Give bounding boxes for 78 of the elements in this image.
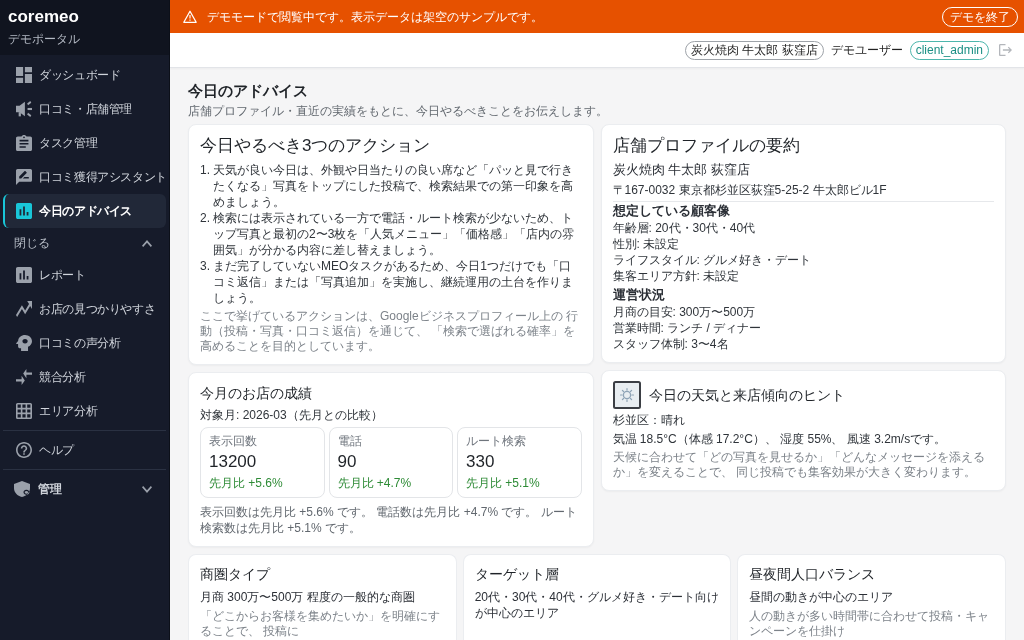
list-number: 3. [200,258,211,275]
insight-description: 「どこからお客様を集めたいか」を明確にすることで、 投稿に [200,609,441,639]
address-text: 〒167-0032 東京都杉並区荻窪5-25-2 牛太郎ビル1F [612,182,888,198]
sidebar-item[interactable]: レポート [3,258,166,292]
sidebar-item[interactable]: お店の見つかりやすさ [3,292,166,326]
metric-label: ルート検索 [466,433,527,449]
grid-icon [16,403,32,419]
insight-summary: 月商 300万〜500万 程度の一般的な商圏 [200,589,416,605]
page-subtitle: 店舗プロファイル・直近の実績をもとに、今日やるべきことをお伝えします。 [188,103,609,119]
logout-icon[interactable] [999,44,1012,56]
profile-line: 月商の目安: 300万〜500万 [612,304,757,320]
metric-change: 先月比 +5.6% [209,475,284,491]
period-text: 対象月: 2026-03（先月との比較） [200,407,384,423]
arrows-icon [16,369,32,385]
insight-summary: 昼間の動きが中心のエリア [749,589,895,605]
card-title: 商圏タイプ [200,566,272,584]
profile-line: 集客エリア方針: 未設定 [612,268,741,284]
footnote-text: 天候に合わせて「どの写真を見せるか」「どんなメッセージを添えるか」を変えることで、 同じ投稿でも集客効果が大きく変わります。 [612,450,986,480]
head-icon [16,335,32,351]
chat-pen-icon [16,169,32,185]
metric-change: 先月比 +4.7% [337,475,413,491]
list-number: 1. [200,162,211,179]
profile-line: 営業時間: ランチ / ディナー [612,320,763,336]
sidebar-item[interactable]: 口コミの声分析 [3,326,166,360]
sidebar-item[interactable]: 今日のアドバイス [3,194,166,228]
sidebar-item[interactable]: 管理 [3,472,166,506]
help-icon [16,442,32,458]
sidebar-item[interactable]: ヘルプ [3,433,166,467]
section-heading: 運営状況 [612,287,666,304]
sun-icon [612,381,641,409]
sidebar-item[interactable]: エリア分析 [3,394,166,428]
section-heading: 想定している顧客像 [612,203,731,220]
list-number: 2. [200,210,211,227]
profile-line: スタッフ体制: 3〜4名 [612,336,730,352]
action-text: 検索には表示されている一方で電話・ルート検索が少ないため、トップ写真と最初の2〜3枚を「人気メニュー」「価格感」「店内の雰囲気」が分かる内容に差し替えましょう。 [213,210,576,258]
weather-conditions: 気温 18.5°C（体感 17.2°C）、 湿度 55%、 風速 3.2m/sです。 [612,431,948,447]
brand-tagline: デモポータル [8,31,80,47]
card-title: 今日やるべき3つのアクション [200,135,432,157]
metric-change: 先月比 +5.1% [466,475,541,491]
action-text: まだ完了していないMEOタスクがあるため、今日1つだけでも「口コミ返信」または「写真追加」を実施し、継続運用の土台を作りましょう。 [213,258,574,306]
megaphone-icon [16,101,32,117]
metric-label: 表示回数 [209,433,258,449]
weather-area: 杉並区：晴れ [612,412,994,428]
insight-description: 人の動きが多い時間帯に合わせて投稿・キャンペーンを仕掛け [749,609,991,639]
metric-value: 13200 [209,451,258,473]
dashboard-icon [16,67,32,83]
trend-up-icon [16,301,32,317]
metric-label: 電話 [337,433,363,449]
page-title: 今日のアドバイス [188,81,309,101]
brand-logo-text: coremeo [8,6,79,28]
clipboard-icon [16,135,32,151]
user-label: デモユーザー [830,42,903,59]
sidebar-item[interactable]: 競合分析 [3,360,166,394]
action-text: 天気が良い今日は、外観や日当たりの良い席など「パッと見で行きたくなる」写真をトップにした投稿で、検索結果での第一印象を高めましょう。 [213,162,574,210]
demo-message: デモモードで閲覧中です。表示データは架空のサンプルです。 [207,8,543,26]
card-title: 今月のお店の成績 [200,384,313,403]
card-title: 昼夜間人口バランス [749,566,877,584]
insight-summary: 20代・30代・40代・グルメ好き・デート向けが中心のエリア [474,589,720,621]
profile-line: 性別: 未設定 [612,236,681,252]
metric-value: 330 [466,451,496,473]
bar-chart-icon [16,267,32,283]
profile-line: 年齢層: 20代・30代・40代 [612,220,757,236]
card-title: ターゲット層 [474,566,560,584]
footnote-text: ここで挙げているアクションは、Googleビジネスプロフィール上の 行動（投稿・写真・口コミ返信）を通じて、 「検索で選ばれる確率」を高めることを目的としています。 [200,309,580,354]
sidebar-item[interactable]: 口コミ獲得アシスタント [3,160,166,194]
warning-icon [183,10,197,23]
profile-line: ライフスタイル: グルメ好き・デート [612,252,813,268]
section-toggle[interactable]: 閉じる [3,228,166,258]
card-title: 店舗プロファイルの要約 [612,135,801,157]
sidebar-item[interactable]: 口コミ・店舗管理 [3,92,166,126]
summary-text: 表示回数は先月比 +5.6% です。 電話数は先月比 +4.7% です。 ルート検索数は先月比 +5.1% です。 [200,504,578,536]
card-title: 今日の天気と来店傾向のヒント [648,386,845,405]
sidebar-item[interactable]: タスク管理 [3,126,166,160]
bar-chart-icon [16,203,32,219]
store-name: 炭火焼肉 牛太郎 荻窪店 [612,161,751,179]
metric-value: 90 [337,451,358,473]
sidebar-item[interactable]: ダッシュボード [3,58,166,92]
shield-icon [14,481,30,497]
